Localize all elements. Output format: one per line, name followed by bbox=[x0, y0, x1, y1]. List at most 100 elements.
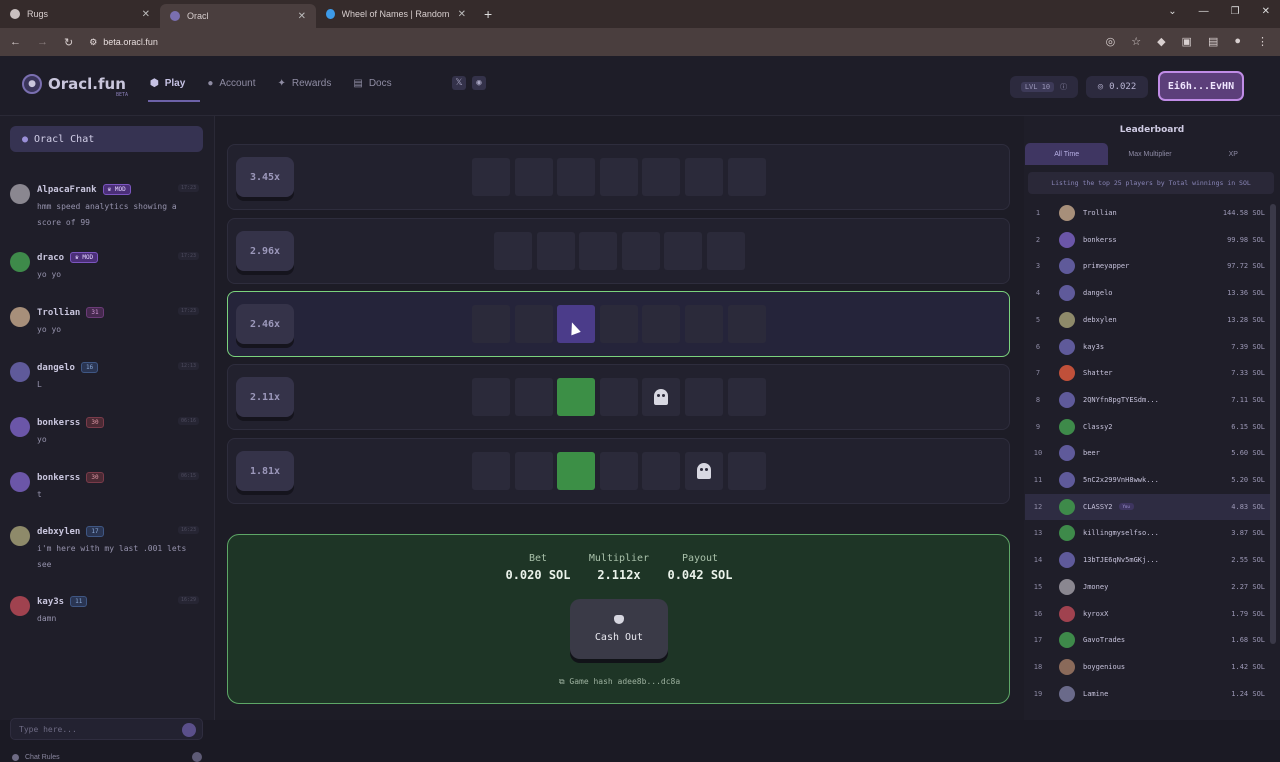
tile[interactable] bbox=[642, 305, 681, 343]
chat-username[interactable]: bonkerss 30 bbox=[37, 417, 104, 428]
leaderboard-row[interactable]: 11 5nC2x299VnH8wwk... 5.20 SOL bbox=[1025, 467, 1273, 493]
close-icon[interactable]: ✕ bbox=[458, 9, 466, 20]
puzzle-icon[interactable]: ▣ bbox=[1182, 35, 1192, 48]
cash-out-button[interactable]: Cash Out bbox=[570, 599, 668, 659]
player-name: debxylen bbox=[1083, 316, 1203, 324]
extension-icon[interactable]: ◆ bbox=[1157, 35, 1165, 48]
chat-username[interactable]: bonkerss 30 bbox=[37, 472, 104, 483]
player-name-text: kay3s bbox=[1083, 342, 1105, 351]
x-icon[interactable]: 𝕏 bbox=[452, 76, 466, 90]
avatar[interactable] bbox=[10, 362, 30, 382]
leaderboard-row[interactable]: 15 Jmoney 2.27 SOL bbox=[1025, 574, 1273, 600]
new-tab-icon[interactable]: + bbox=[484, 6, 492, 22]
message-time: 17:23 bbox=[177, 252, 199, 260]
leaderboard-row[interactable]: 13 killingmyselfso... 3.87 SOL bbox=[1025, 520, 1273, 546]
emoji-icon[interactable] bbox=[182, 723, 196, 737]
reload-icon[interactable]: ↻ bbox=[64, 36, 73, 49]
tile[interactable] bbox=[727, 305, 766, 343]
sidebar-icon[interactable]: ▤ bbox=[1208, 35, 1218, 48]
leaderboard-row[interactable]: 19 Lamine 1.24 SOL bbox=[1025, 681, 1273, 707]
nav-rewards[interactable]: ✦ Rewards bbox=[278, 78, 332, 89]
winnings: 6.15 SOL bbox=[1231, 422, 1265, 431]
avatar[interactable] bbox=[10, 184, 30, 204]
tab-xp[interactable]: XP bbox=[1192, 143, 1275, 165]
avatar[interactable] bbox=[10, 252, 30, 272]
forward-icon[interactable]: → bbox=[37, 36, 48, 49]
chat-username[interactable]: AlpacaFrank ♛ MOD bbox=[37, 184, 131, 195]
player-name-text: Shatter bbox=[1083, 369, 1113, 378]
discord-icon[interactable]: ◉ bbox=[472, 76, 486, 90]
logo-icon: ● bbox=[22, 74, 42, 94]
leaderboard-row[interactable]: 10 beer 5.60 SOL bbox=[1025, 440, 1273, 466]
chat-bubble-icon[interactable] bbox=[192, 752, 202, 762]
avatar[interactable] bbox=[10, 526, 30, 546]
message-time: 17:23 bbox=[177, 184, 199, 192]
close-window-icon[interactable]: ✕ bbox=[1262, 6, 1270, 17]
leaderboard-row[interactable]: 18 boygenious 1.42 SOL bbox=[1025, 654, 1273, 680]
rank: 15 bbox=[1033, 582, 1043, 591]
leaderboard-row[interactable]: 16 kyroxX 1.79 SOL bbox=[1025, 601, 1273, 627]
chat-rules-link[interactable]: Chat Rules bbox=[12, 754, 60, 761]
close-icon[interactable]: ✕ bbox=[142, 9, 150, 20]
tab-all-time[interactable]: All Time bbox=[1025, 143, 1109, 165]
browser-tab-wheel[interactable]: Wheel of Names | Random nam ✕ bbox=[316, 0, 476, 28]
leaderboard-row[interactable]: 3 primeyapper 97.72 SOL bbox=[1025, 253, 1273, 279]
site-info-icon[interactable]: ⚙ bbox=[89, 37, 97, 48]
tab-max-multiplier[interactable]: Max Multiplier bbox=[1108, 143, 1191, 165]
chat-logo-icon: ● bbox=[22, 133, 29, 145]
tile[interactable] bbox=[599, 305, 638, 343]
close-icon[interactable]: ✕ bbox=[298, 11, 306, 22]
leaderboard-row[interactable]: 5 debxylen 13.28 SOL bbox=[1025, 307, 1273, 333]
logo[interactable]: ● Oracl.fun bbox=[22, 74, 126, 94]
menu-icon[interactable]: ⋮ bbox=[1257, 35, 1268, 48]
chat-username[interactable]: dangelo 16 bbox=[37, 362, 99, 373]
leaderboard-row[interactable]: 14 13bTJE6qNv5mGKj... 2.55 SOL bbox=[1025, 547, 1273, 573]
minimize-icon[interactable]: — bbox=[1199, 6, 1209, 17]
leaderboard-row[interactable]: 6 kay3s 7.39 SOL bbox=[1025, 334, 1273, 360]
leaderboard-row[interactable]: 2 bonkerss 99.98 SOL bbox=[1025, 227, 1273, 253]
avatar[interactable] bbox=[10, 307, 30, 327]
avatar[interactable] bbox=[10, 472, 30, 492]
chat-username[interactable]: Trollian 31 bbox=[37, 307, 104, 318]
leaderboard-scrollbar[interactable] bbox=[1270, 204, 1276, 644]
level-indicator[interactable]: LVL 10 ⓘ bbox=[1010, 76, 1078, 98]
chevron-down-icon[interactable]: ⌄ bbox=[1168, 6, 1176, 17]
message-text: yo yo bbox=[37, 270, 62, 279]
tile[interactable] bbox=[685, 305, 723, 343]
leaderboard-title: Leaderboard bbox=[1119, 125, 1185, 135]
browser-tab-oracl[interactable]: Oracl ✕ bbox=[160, 4, 316, 28]
url-field[interactable]: ⚙ beta.oracl.fun bbox=[89, 37, 158, 48]
chat-input[interactable]: Type here... bbox=[10, 718, 203, 740]
leaderboard-row[interactable]: 7 Shatter 7.33 SOL bbox=[1025, 360, 1273, 386]
rugs-favicon-icon bbox=[10, 9, 20, 19]
tab-title: Rugs bbox=[27, 9, 49, 19]
chat-username[interactable]: kay3s 11 bbox=[37, 596, 88, 607]
chat-username[interactable]: debxylen 17 bbox=[37, 526, 104, 537]
leaderboard-row[interactable]: 4 dangelo 13.36 SOL bbox=[1025, 280, 1273, 306]
tile[interactable] bbox=[472, 305, 510, 343]
nav-account[interactable]: ● Account bbox=[207, 78, 255, 89]
tile[interactable] bbox=[514, 305, 553, 343]
nav-docs[interactable]: ▤ Docs bbox=[353, 78, 391, 89]
leaderboard-row[interactable]: 1 Trollian 144.58 SOL bbox=[1025, 200, 1273, 226]
nav-play[interactable]: ⬢ Play bbox=[150, 78, 185, 89]
payout-stat: Payout 0.042 SOL bbox=[660, 553, 740, 582]
star-icon[interactable]: ☆ bbox=[1131, 35, 1141, 48]
leaderboard-row[interactable]: 8 2QNYfn8pgTYESdm... 7.11 SOL bbox=[1025, 387, 1273, 413]
eye-off-icon[interactable]: ◎ bbox=[1106, 35, 1116, 48]
balance-display[interactable]: ◎ 0.022 bbox=[1086, 76, 1148, 98]
restore-icon[interactable]: ❐ bbox=[1231, 6, 1240, 17]
avatar[interactable] bbox=[10, 417, 30, 437]
leaderboard-row[interactable]: 17 GavoTrades 1.68 SOL bbox=[1025, 627, 1273, 653]
avatar[interactable] bbox=[10, 596, 30, 616]
back-icon[interactable]: ← bbox=[10, 36, 21, 49]
profile-icon[interactable]: ● bbox=[1234, 35, 1241, 48]
chat-username[interactable]: draco ♛ MOD bbox=[37, 252, 99, 263]
game-hash[interactable]: ⧉ Game hash adee8b...dc8a bbox=[228, 677, 1011, 687]
message-time: 17:23 bbox=[177, 307, 199, 315]
leaderboard-row[interactable]: 12 CLASSY2 You 4.83 SOL bbox=[1025, 493, 1273, 520]
social-links: 𝕏 ◉ bbox=[452, 76, 486, 90]
browser-tab-rugs[interactable]: Rugs ✕ bbox=[0, 0, 160, 28]
wallet-button[interactable]: Ei6h...EvHN bbox=[1158, 71, 1244, 101]
leaderboard-row[interactable]: 9 Classy2 6.15 SOL bbox=[1025, 414, 1273, 440]
